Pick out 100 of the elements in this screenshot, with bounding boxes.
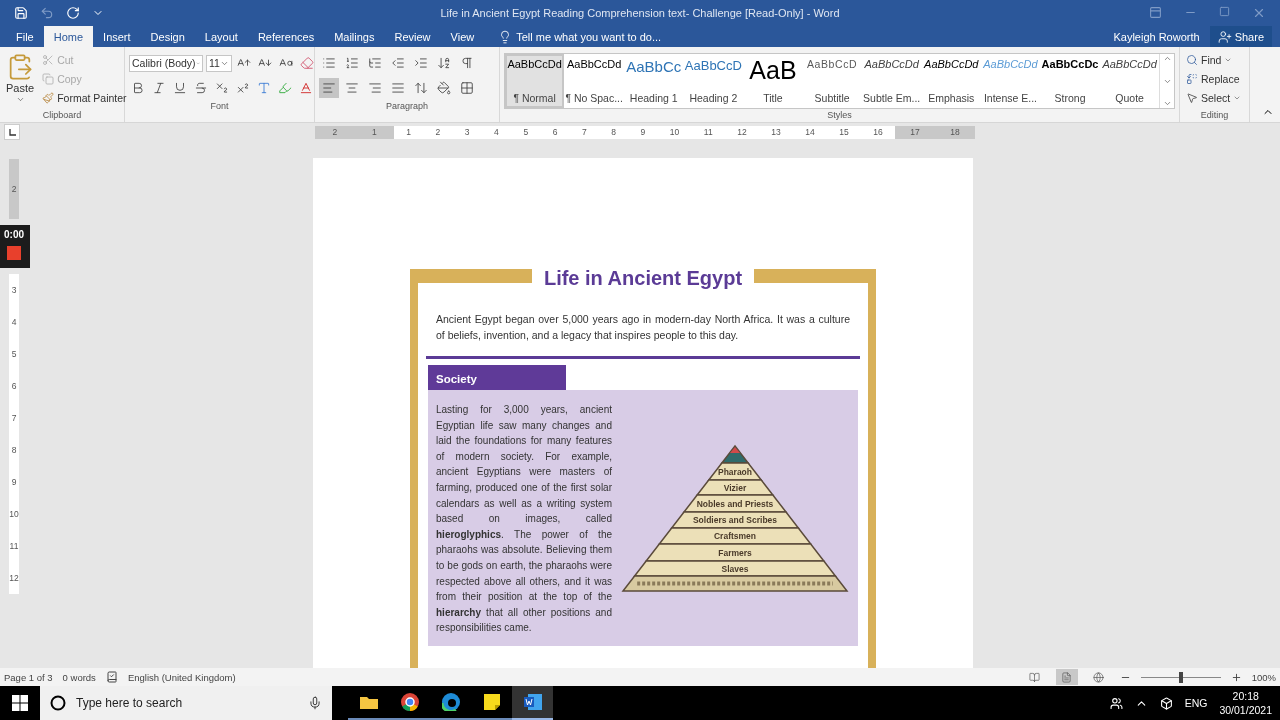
- align-icon: [391, 81, 405, 95]
- search-icon: [1186, 54, 1198, 66]
- taskbar-search-bar[interactable]: Type here to search: [40, 686, 332, 720]
- search-field[interactable]: Type here to search: [74, 695, 300, 711]
- recording-time: 0:00: [4, 229, 24, 240]
- paint-bucket-icon: [437, 81, 451, 95]
- clock[interactable]: 20:18 30/01/2021: [1219, 689, 1272, 717]
- style-name: Strong: [1054, 92, 1086, 104]
- undo-icon[interactable]: [40, 6, 54, 20]
- style-preview: AaBbCcDd: [566, 58, 622, 70]
- zoom-in-icon[interactable]: [1230, 671, 1242, 683]
- ribbon-tab[interactable]: View: [440, 26, 485, 47]
- windows-logo-icon: [12, 695, 28, 711]
- close-icon[interactable]: [1252, 6, 1266, 20]
- ruler-number: 5: [523, 127, 529, 137]
- group-label: Styles: [826, 109, 853, 122]
- increase-indent-icon: [414, 56, 428, 70]
- taskbar-app-button[interactable]: [512, 686, 553, 720]
- ruler-number: 11: [9, 541, 19, 551]
- swirl-icon: [441, 693, 460, 711]
- eraser-icon: [299, 56, 314, 70]
- intro-text: Ancient Egypt began over 5,000 years ago in modern-day North Africa. It was a culture of beliefs, invention, and a legacy that inspires people to this day.: [436, 312, 850, 343]
- tab-selector[interactable]: [4, 124, 20, 140]
- open-box-icon[interactable]: [1159, 696, 1173, 710]
- body-paragraph: Lasting for 3,000 years, ancient Egyptian life saw many changes and laid the foundations for many features of modern society. For example, ancient Egyptians were masters of farming, produced one of the first solar calendars as well as a writing system based on images, called hieroglyphics. The power of the pharaohs was absolute. Believing them to be gods on earth, the pharaohs were respected above all others, and it was from their position at the top of the hierarchy that all other positions and responsibilities came.: [436, 403, 612, 636]
- ruler-number: 3: [11, 285, 17, 295]
- ruler-number: 9: [11, 477, 17, 487]
- ruler-number: 2: [332, 127, 338, 137]
- italic-icon: [152, 81, 166, 95]
- ruler-number: 9: [640, 127, 646, 137]
- zoom-level: 100%: [1251, 671, 1276, 683]
- style-preview: AaBbCcDd: [924, 58, 979, 70]
- style-item[interactable]: AaBbCcDd ¶ Normal: [505, 54, 565, 108]
- format-painter-button[interactable]: Format Painter: [40, 89, 129, 107]
- ribbon-tab[interactable]: Layout: [194, 26, 248, 47]
- align-icon: [345, 81, 359, 95]
- find-button[interactable]: Find: [1184, 51, 1245, 69]
- style-preview: AaBbCcDd: [983, 58, 1038, 70]
- borders-icon: [460, 81, 474, 95]
- replace-icon: [1186, 73, 1198, 85]
- ribbon-display-icon[interactable]: [1149, 6, 1162, 19]
- pyramid-label: Pharaoh: [718, 466, 752, 477]
- ribbon-tab[interactable]: File: [6, 26, 44, 47]
- input-language[interactable]: ENG: [1184, 697, 1208, 709]
- paintbrush-icon: [42, 92, 55, 104]
- ribbon-tab[interactable]: Home: [43, 26, 94, 47]
- tell-me-field[interactable]: Tell me what you want to do...: [516, 30, 707, 43]
- align-icon: [322, 81, 336, 95]
- view-icon: [1029, 671, 1041, 683]
- ruler-number: 7: [11, 413, 17, 423]
- ruler-number: 14: [805, 127, 815, 137]
- scroll-up-icon[interactable]: [1162, 54, 1172, 63]
- repeat-icon[interactable]: [66, 6, 80, 20]
- microphone-icon: [308, 696, 322, 710]
- ruler-number: 6: [552, 127, 558, 137]
- style-preview: AaBbCcD: [806, 58, 858, 70]
- text-effects-icon: [257, 81, 271, 95]
- highlighter-icon: [278, 81, 292, 95]
- ruler-number: 4: [11, 317, 17, 327]
- maximize-icon[interactable]: [1219, 6, 1230, 17]
- ruler-number: 8: [11, 445, 17, 455]
- select-button[interactable]: Select: [1184, 89, 1245, 107]
- style-name: Emphasis: [928, 92, 975, 104]
- underline-icon: [173, 81, 187, 95]
- page-count: Page 1 of 3: [4, 671, 53, 683]
- font-name-field[interactable]: Calibri (Body): [129, 54, 203, 72]
- person-plus-icon: [1217, 29, 1232, 44]
- save-icon[interactable]: [14, 6, 28, 20]
- style-name: Heading 2: [689, 92, 738, 104]
- pyramid-label: Slaves: [721, 563, 749, 574]
- paste-button[interactable]: Paste: [4, 51, 37, 109]
- ribbon-tab[interactable]: Insert: [93, 26, 141, 47]
- people-icon[interactable]: [1109, 696, 1123, 710]
- font-color-icon: [299, 81, 313, 95]
- more-styles-icon[interactable]: [1162, 99, 1172, 108]
- multilevel-list-icon: [368, 56, 382, 70]
- group-label: Editing: [1199, 109, 1230, 122]
- style-name: Title: [763, 92, 783, 104]
- ribbon-tab[interactable]: Review: [384, 26, 441, 47]
- replace-button[interactable]: Replace: [1184, 70, 1245, 88]
- ribbon-tab[interactable]: Mailings: [324, 26, 385, 47]
- pyramid-label: Farmers: [718, 547, 752, 558]
- pyramid-label: Vizier: [723, 482, 747, 493]
- clock-time: 20:18: [1232, 689, 1259, 703]
- proofing-icon[interactable]: [105, 671, 118, 683]
- view-button[interactable]: [1055, 669, 1078, 685]
- pyramid-label: Craftsmen: [714, 531, 756, 542]
- font-size-field[interactable]: 11: [206, 54, 232, 72]
- ruler-number: 15: [839, 127, 849, 137]
- numbered-list-icon: [345, 56, 359, 70]
- style-preview: AaBbCcD: [684, 58, 742, 73]
- zoom-thumb[interactable]: [1178, 671, 1183, 683]
- align-button[interactable]: [319, 78, 339, 98]
- style-preview: AaBbCcDd: [507, 58, 562, 70]
- share-button[interactable]: Share: [1209, 26, 1272, 47]
- user-name: Kayleigh Roworth: [1113, 30, 1200, 43]
- pyramid-label: Soldiers and Scribes: [692, 515, 778, 526]
- ribbon-tab[interactable]: References: [247, 26, 325, 47]
- ribbon-tab[interactable]: Design: [140, 26, 195, 47]
- ruler-number: 5: [11, 349, 17, 359]
